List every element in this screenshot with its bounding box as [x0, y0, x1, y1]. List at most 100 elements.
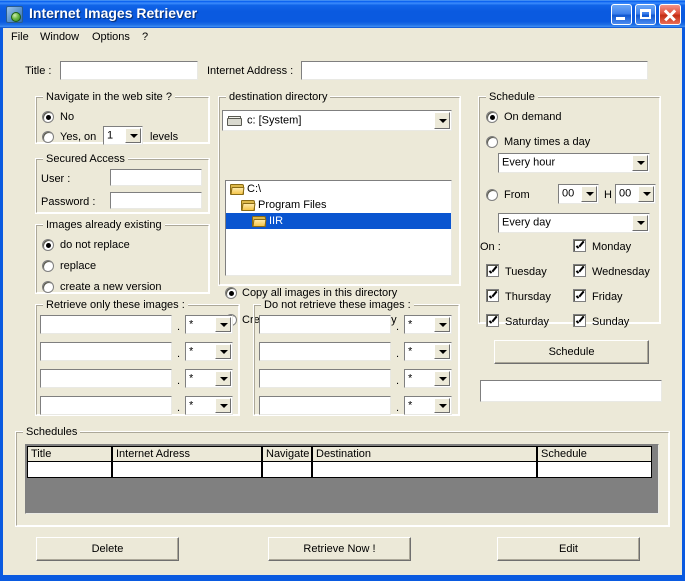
existing-do-not-replace-radio[interactable] [42, 239, 54, 251]
copy-all-images-label: Copy all images in this directory [242, 287, 398, 299]
menu-bar: File Window Options ? [3, 28, 682, 46]
do-not-retrieve-ext-combo-3[interactable]: * [404, 369, 452, 388]
existing-new-version-radio[interactable] [42, 281, 54, 293]
internet-address-input[interactable] [301, 61, 648, 80]
column-header-schedule[interactable]: Schedule [537, 446, 652, 462]
schedule-many-times-radio[interactable] [486, 136, 498, 148]
schedule-from-radio[interactable] [486, 189, 498, 201]
do-not-retrieve-ext-combo-2[interactable]: * [404, 342, 452, 361]
retrieve-only-ext-combo-4[interactable]: * [185, 396, 233, 415]
chevron-down-icon[interactable] [215, 317, 231, 332]
copy-all-images-radio[interactable] [225, 287, 237, 299]
day-checkbox-thursday[interactable] [486, 289, 499, 302]
retrieve-only-ext-combo-1[interactable]: * [185, 315, 233, 334]
minimize-button[interactable] [611, 4, 632, 25]
existing-replace-radio[interactable] [42, 260, 54, 272]
schedule-frequency-value: Every hour [502, 156, 556, 169]
delete-button[interactable]: Delete [36, 537, 179, 561]
folder-icon [230, 184, 245, 195]
day-checkbox-saturday[interactable] [486, 314, 499, 327]
chevron-down-icon[interactable] [215, 398, 231, 413]
retrieve-only-legend: Retrieve only these images : [43, 299, 188, 311]
retrieve-only-ext-combo-2[interactable]: * [185, 342, 233, 361]
filename-separator: . [177, 321, 181, 333]
do-not-retrieve-legend: Do not retrieve these images : [261, 299, 414, 311]
password-input[interactable] [110, 192, 202, 209]
retrieve-only-name-input-1[interactable] [40, 315, 172, 334]
retrieve-only-ext-value-2: * [189, 345, 194, 357]
chevron-down-icon[interactable] [215, 344, 231, 359]
user-label: User : [41, 173, 71, 185]
title-input[interactable] [60, 61, 198, 80]
do-not-retrieve-name-input-4[interactable] [259, 396, 391, 415]
day-checkbox-monday[interactable] [573, 239, 586, 252]
directory-label: Program Files [258, 199, 327, 211]
directory-tree-list[interactable]: C:\ Program Files IIR [225, 180, 452, 276]
chevron-down-icon[interactable] [434, 112, 450, 129]
retrieve-only-ext-combo-3[interactable]: * [185, 369, 233, 388]
chevron-down-icon[interactable] [632, 215, 648, 231]
chevron-down-icon[interactable] [638, 186, 654, 202]
schedule-from-minute-combo[interactable]: 00 [615, 184, 656, 204]
do-not-retrieve-name-input-3[interactable] [259, 369, 391, 388]
list-item-selected[interactable]: IIR [226, 213, 451, 229]
chevron-down-icon[interactable] [434, 371, 450, 386]
do-not-retrieve-ext-combo-4[interactable]: * [404, 396, 452, 415]
retrieve-only-name-input-3[interactable] [40, 369, 172, 388]
chevron-down-icon[interactable] [434, 317, 450, 332]
table-row[interactable] [112, 462, 262, 478]
do-not-retrieve-ext-value-4: * [408, 399, 413, 411]
schedule-many-times-label: Many times a day [504, 136, 591, 148]
menu-options[interactable]: Options [87, 30, 135, 45]
schedule-status-bar [480, 380, 662, 402]
menu-window[interactable]: Window [35, 30, 84, 45]
chevron-down-icon[interactable] [125, 128, 141, 143]
navigate-yes-radio[interactable] [42, 131, 54, 143]
day-checkbox-tuesday[interactable] [486, 264, 499, 277]
schedule-from-hour-combo[interactable]: 00 [558, 184, 599, 204]
chevron-down-icon[interactable] [632, 155, 648, 171]
table-row[interactable] [262, 462, 312, 478]
schedule-day-frequency-combo[interactable]: Every day [498, 213, 650, 233]
maximize-button[interactable] [635, 4, 656, 25]
day-checkbox-friday[interactable] [573, 289, 586, 302]
day-checkbox-sunday[interactable] [573, 314, 586, 327]
retrieve-now-button[interactable]: Retrieve Now ! [268, 537, 411, 561]
filename-separator: . [396, 321, 400, 333]
close-button[interactable] [659, 4, 681, 25]
do-not-retrieve-name-input-1[interactable] [259, 315, 391, 334]
schedule-button[interactable]: Schedule [494, 340, 649, 364]
list-item[interactable]: C:\ [226, 181, 451, 197]
folder-icon [241, 200, 256, 211]
user-input[interactable] [110, 169, 202, 186]
table-row[interactable] [537, 462, 652, 478]
retrieve-only-ext-value-3: * [189, 372, 194, 384]
retrieve-only-name-input-2[interactable] [40, 342, 172, 361]
chevron-down-icon[interactable] [581, 186, 597, 202]
do-not-retrieve-ext-combo-1[interactable]: * [404, 315, 452, 334]
navigate-levels-combo[interactable]: 1 [103, 126, 143, 145]
schedules-table[interactable]: Title Internet Adress Navigate Destinati… [25, 444, 659, 514]
drive-select-combo[interactable]: c: [System] [222, 110, 452, 131]
table-row[interactable] [27, 462, 112, 478]
day-checkbox-wednesday[interactable] [573, 264, 586, 277]
column-header-title[interactable]: Title [27, 446, 112, 462]
column-header-destination[interactable]: Destination [312, 446, 537, 462]
table-row[interactable] [312, 462, 537, 478]
column-header-address[interactable]: Internet Adress [112, 446, 262, 462]
column-header-navigate[interactable]: Navigate [262, 446, 312, 462]
schedule-frequency-combo[interactable]: Every hour [498, 153, 650, 173]
chevron-down-icon[interactable] [215, 371, 231, 386]
do-not-retrieve-name-input-2[interactable] [259, 342, 391, 361]
navigate-no-radio[interactable] [42, 111, 54, 123]
chevron-down-icon[interactable] [434, 344, 450, 359]
client-area: Title : Internet Address : Navigate in t… [3, 46, 682, 575]
edit-button[interactable]: Edit [497, 537, 640, 561]
schedule-from-hour-value: 00 [562, 187, 575, 200]
menu-help[interactable]: ? [137, 30, 153, 45]
retrieve-only-name-input-4[interactable] [40, 396, 172, 415]
menu-file[interactable]: File [6, 30, 34, 45]
schedule-on-demand-radio[interactable] [486, 111, 498, 123]
chevron-down-icon[interactable] [434, 398, 450, 413]
list-item[interactable]: Program Files [226, 197, 451, 213]
